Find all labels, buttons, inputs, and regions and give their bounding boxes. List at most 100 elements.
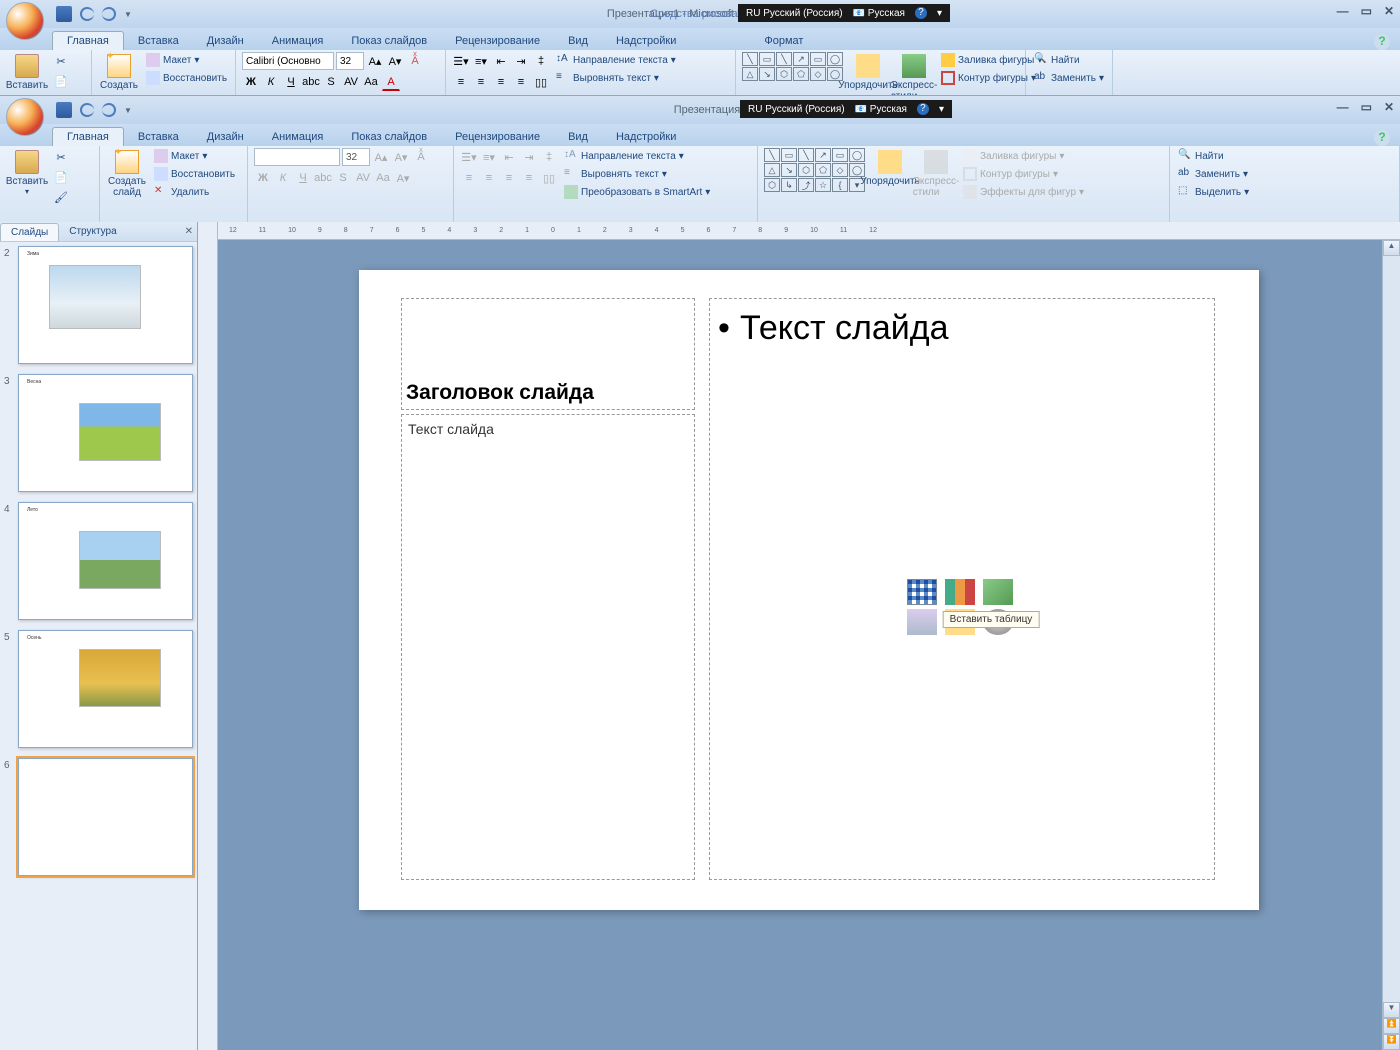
fg-change-case-icon[interactable]: Aa (374, 169, 392, 187)
layout-button[interactable]: Макет ▾ (152, 148, 237, 164)
arrange-button[interactable]: Упорядочить (869, 148, 911, 189)
panel-tab-outline[interactable]: Структура (59, 223, 126, 240)
justify-icon[interactable]: ≡ (512, 73, 530, 91)
fg-align-center-icon[interactable]: ≡ (480, 169, 498, 187)
shadow-icon[interactable]: S (322, 73, 340, 91)
fg-justify-icon[interactable]: ≡ (520, 169, 538, 187)
fg-indent-icon[interactable]: ⇥ (520, 148, 538, 166)
bg-new-slide-button[interactable]: Создать (98, 52, 140, 93)
panel-tab-slides[interactable]: Слайды (0, 223, 59, 241)
bg-tab-addins[interactable]: Надстройки (602, 32, 690, 50)
fg-bold-icon[interactable]: Ж (254, 169, 272, 187)
slides-list[interactable]: 2 Зима 3 Весна 4 Лето 5 Осень 6 (0, 242, 197, 1050)
bg-align-text[interactable]: ≡Выровнять текст ▾ (554, 70, 678, 86)
help-icon[interactable]: ? (1374, 34, 1390, 50)
font-name-input[interactable] (254, 148, 340, 166)
bg-arrange-button[interactable]: Упорядочить (847, 52, 889, 93)
body-text[interactable]: Текст слайда (710, 299, 1214, 358)
font-color-icon[interactable]: A (382, 73, 400, 91)
fg-qat-dropdown-icon[interactable]: ▼ (124, 106, 132, 115)
fg-close-icon[interactable]: ✕ (1384, 100, 1394, 114)
slide-thumb[interactable]: 2 Зима (4, 246, 193, 364)
italic-icon[interactable]: К (262, 73, 280, 91)
title-placeholder[interactable]: Заголовок слайда (401, 298, 695, 410)
bg-tab-design[interactable]: Дизайн (193, 32, 258, 50)
fg-copy-icon[interactable]: 📄 (52, 168, 70, 186)
qat-dropdown-icon[interactable]: ▼ (124, 10, 132, 19)
bg-tab-format[interactable]: Формат (750, 32, 817, 50)
office-button[interactable] (6, 2, 44, 40)
delete-button[interactable]: ✕Удалить (152, 184, 237, 200)
fg-bullets-icon[interactable]: ☰▾ (460, 148, 478, 166)
restore-button[interactable]: Восстановить (152, 166, 237, 182)
tab-view[interactable]: Вид (554, 128, 602, 146)
slide-thumb[interactable]: 5 Осень (4, 630, 193, 748)
columns-icon[interactable]: ▯▯ (532, 73, 550, 91)
shape-fill-button[interactable]: Заливка фигуры ▾ (961, 148, 1086, 164)
bg-quick-styles[interactable]: Экспресс-стили (893, 52, 935, 96)
insert-smartart-icon[interactable] (983, 579, 1013, 605)
fg-numbering-icon[interactable]: ≡▾ (480, 148, 498, 166)
tab-insert[interactable]: Вставка (124, 128, 193, 146)
fg-italic-icon[interactable]: К (274, 169, 292, 187)
clear-format-icon[interactable]: Aͯ (406, 52, 424, 70)
slide-thumb[interactable]: 6 (4, 758, 193, 876)
tab-slideshow[interactable]: Показ слайдов (337, 128, 441, 146)
replace-button[interactable]: abЗаменить ▾ (1176, 166, 1251, 182)
bg-tab-insert[interactable]: Вставка (124, 32, 193, 50)
tab-review[interactable]: Рецензирование (441, 128, 554, 146)
fg-align-left-icon[interactable]: ≡ (460, 169, 478, 187)
text-direction-button[interactable]: ↕AНаправление текста ▾ (562, 148, 712, 164)
change-case-icon[interactable]: Aa (362, 73, 380, 91)
char-spacing-icon[interactable]: AV (342, 73, 360, 91)
fg-underline-icon[interactable]: Ч (294, 169, 312, 187)
content-placeholder[interactable]: Текст слайда Вставить таблицу (709, 298, 1215, 880)
bg-font-size[interactable] (336, 52, 364, 70)
cut-icon[interactable]: ✂ (52, 52, 70, 70)
panel-close-icon[interactable]: ✕ (185, 226, 193, 237)
bg-text-direction[interactable]: ↕AНаправление текста ▾ (554, 52, 678, 68)
subtitle-placeholder[interactable]: Текст слайда (401, 414, 695, 880)
fg-dedent-icon[interactable]: ⇤ (500, 148, 518, 166)
fg-char-spacing-icon[interactable]: AV (354, 169, 372, 187)
align-right-icon[interactable]: ≡ (492, 73, 510, 91)
bullets-icon[interactable]: ☰▾ (452, 52, 470, 70)
scroll-down-icon[interactable]: ▼ (1383, 1002, 1400, 1018)
line-spacing-icon[interactable]: ‡ (532, 52, 550, 70)
bg-paste-button[interactable]: Вставить (6, 52, 48, 93)
bg-language-bar[interactable]: RU Русский (Россия) 📧 Русская ? ▾ (738, 4, 950, 22)
copy-icon[interactable]: 📄 (52, 72, 70, 90)
fg-clear-format-icon[interactable]: Aͯ (412, 148, 430, 166)
fg-shrink-font-icon[interactable]: A▾ (392, 148, 410, 166)
bg-font-name[interactable] (242, 52, 334, 70)
insert-table-icon[interactable] (907, 579, 937, 605)
fg-redo-icon[interactable] (102, 103, 116, 117)
strike-icon[interactable]: abc (302, 73, 320, 91)
fg-grow-font-icon[interactable]: A▴ (372, 148, 390, 166)
bg-shapes-gallery[interactable]: ╲▭╲↗▭◯ △↘⬡⬠◇◯ (742, 52, 843, 81)
redo-icon[interactable] (102, 7, 116, 21)
tab-addins[interactable]: Надстройки (602, 128, 690, 146)
fg-save-icon[interactable] (56, 102, 72, 118)
insert-chart-icon[interactable] (945, 579, 975, 605)
fg-language-bar[interactable]: RU Русский (Россия) 📧 Русская ? ▾ (740, 100, 952, 118)
dedent-icon[interactable]: ⇤ (492, 52, 510, 70)
underline-icon[interactable]: Ч (282, 73, 300, 91)
bg-tab-anim[interactable]: Анимация (258, 32, 338, 50)
canvas-viewport[interactable]: Заголовок слайда Текст слайда Текст слай… (218, 222, 1400, 1050)
slide-thumb[interactable]: 3 Весна (4, 374, 193, 492)
bold-icon[interactable]: Ж (242, 73, 260, 91)
new-slide-button[interactable]: Создать слайд (106, 148, 148, 200)
bg-layout-button[interactable]: Макет ▾ (144, 52, 229, 68)
quick-styles-button[interactable]: Экспресс-стили (915, 148, 957, 200)
fg-minimize-icon[interactable]: ― (1337, 100, 1349, 114)
fg-columns-icon[interactable]: ▯▯ (540, 169, 558, 187)
shrink-font-icon[interactable]: A▾ (386, 52, 404, 70)
slide-thumb[interactable]: 4 Лето (4, 502, 193, 620)
slide-canvas[interactable]: Заголовок слайда Текст слайда Текст слай… (359, 270, 1259, 910)
undo-icon[interactable] (80, 7, 94, 21)
bg-tab-view[interactable]: Вид (554, 32, 602, 50)
align-left-icon[interactable]: ≡ (452, 73, 470, 91)
fg-font-color-icon[interactable]: A▾ (394, 169, 412, 187)
bg-tab-review[interactable]: Рецензирование (441, 32, 554, 50)
